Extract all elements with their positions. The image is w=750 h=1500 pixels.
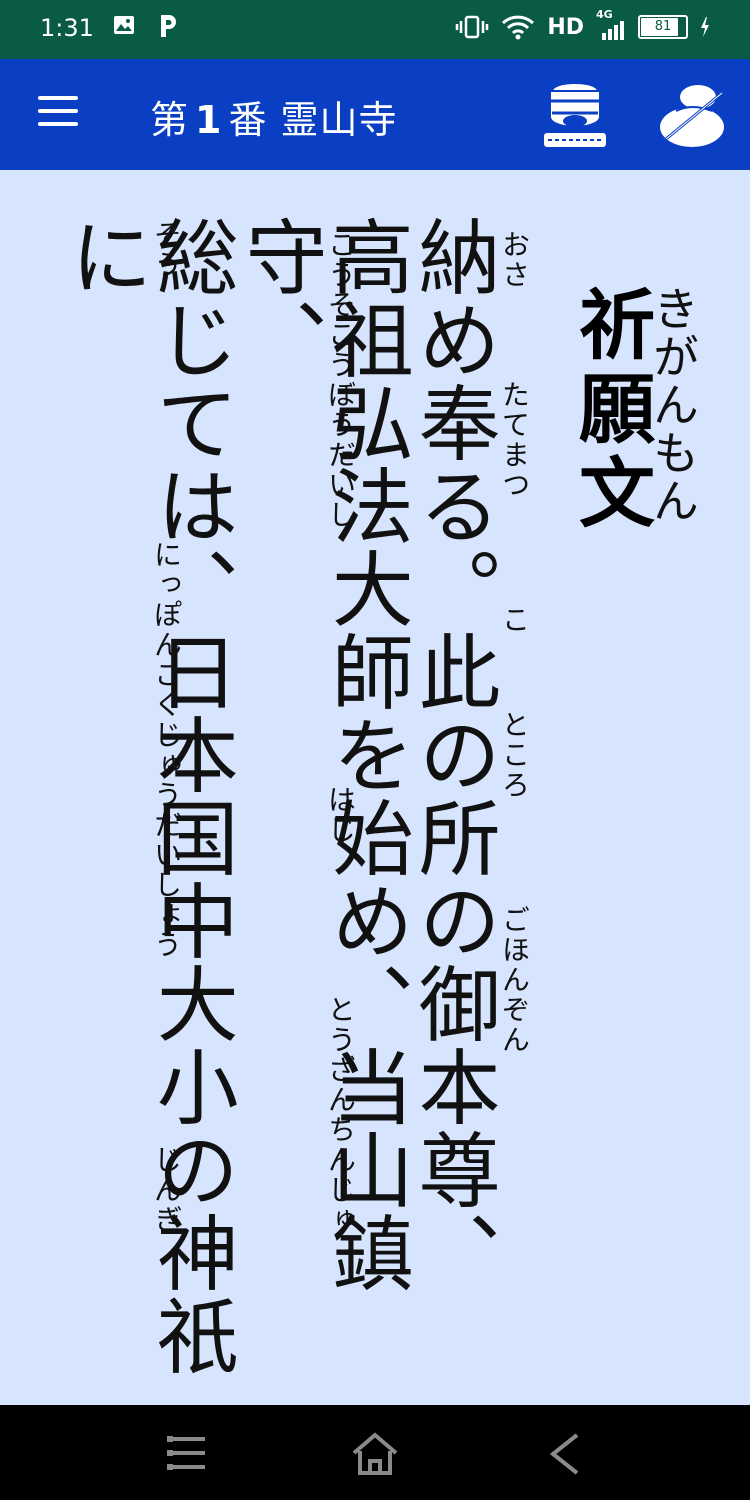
wifi-icon xyxy=(502,15,535,40)
charging-icon xyxy=(701,17,709,37)
signal-icon: 4G xyxy=(596,8,626,40)
menu-icon-line xyxy=(38,109,78,113)
ruby-1-3: こ xyxy=(498,605,531,635)
menu-button[interactable] xyxy=(38,96,78,130)
status-right-group: HD 4G 81 xyxy=(455,8,710,40)
ruby-2-3: とうざんちんじゅ xyxy=(324,995,357,1235)
temple-bell-icon xyxy=(544,84,606,147)
prayer-title-ruby: きがんもん xyxy=(646,285,700,525)
prayer-line-1: 納め奉る。此の所の御本尊、 xyxy=(404,215,500,1294)
title-suffix: 番 霊山寺 xyxy=(228,98,398,142)
parking-icon xyxy=(161,15,176,37)
battery-level: 81 xyxy=(654,19,672,34)
status-bar: 1:31 HD 4G 81 xyxy=(0,0,750,59)
battery-icon: 81 xyxy=(638,15,688,39)
stone-button[interactable] xyxy=(656,81,730,151)
ruby-3-2: にっぽんこくじゅうだいしょう xyxy=(150,540,183,960)
recents-icon xyxy=(167,1436,205,1470)
status-time: 1:31 xyxy=(40,14,94,42)
system-nav-bar xyxy=(0,1405,750,1500)
ruby-3-3: じんぎ xyxy=(150,1145,183,1235)
image-icon xyxy=(114,16,134,34)
back-button[interactable] xyxy=(545,1431,595,1475)
home-button[interactable] xyxy=(350,1431,400,1475)
back-icon xyxy=(549,1433,579,1475)
recents-button[interactable] xyxy=(165,1431,215,1475)
stone-icon xyxy=(660,85,724,147)
temple-bell-button[interactable] xyxy=(538,81,612,151)
ruby-1-2: たてまつ xyxy=(498,380,531,500)
prayer-content: 祈願文 きがんもん 納め奉る。此の所の御本尊、 おさ たてまつ こ ところ ごほ… xyxy=(0,170,750,1405)
ruby-2-1: こうそこうぼうだいし xyxy=(324,230,357,530)
vibrate-icon xyxy=(456,15,489,39)
temple-number: 1 xyxy=(195,98,223,142)
app-bar: 第1番 霊山寺 xyxy=(0,59,750,170)
ruby-1-4: ところ xyxy=(498,710,531,800)
home-icon xyxy=(352,1432,398,1475)
ruby-1-1: おさ xyxy=(498,230,531,290)
ruby-2-2: はじ xyxy=(324,785,357,845)
ruby-1-5: ごほんぞん xyxy=(498,905,531,1055)
menu-icon-line xyxy=(38,122,78,126)
network-type: HD xyxy=(547,14,584,40)
page-title: 第1番 霊山寺 xyxy=(150,89,398,144)
title-prefix: 第 xyxy=(150,98,190,142)
menu-icon xyxy=(38,96,78,100)
ruby-3-1: そう xyxy=(150,220,183,280)
